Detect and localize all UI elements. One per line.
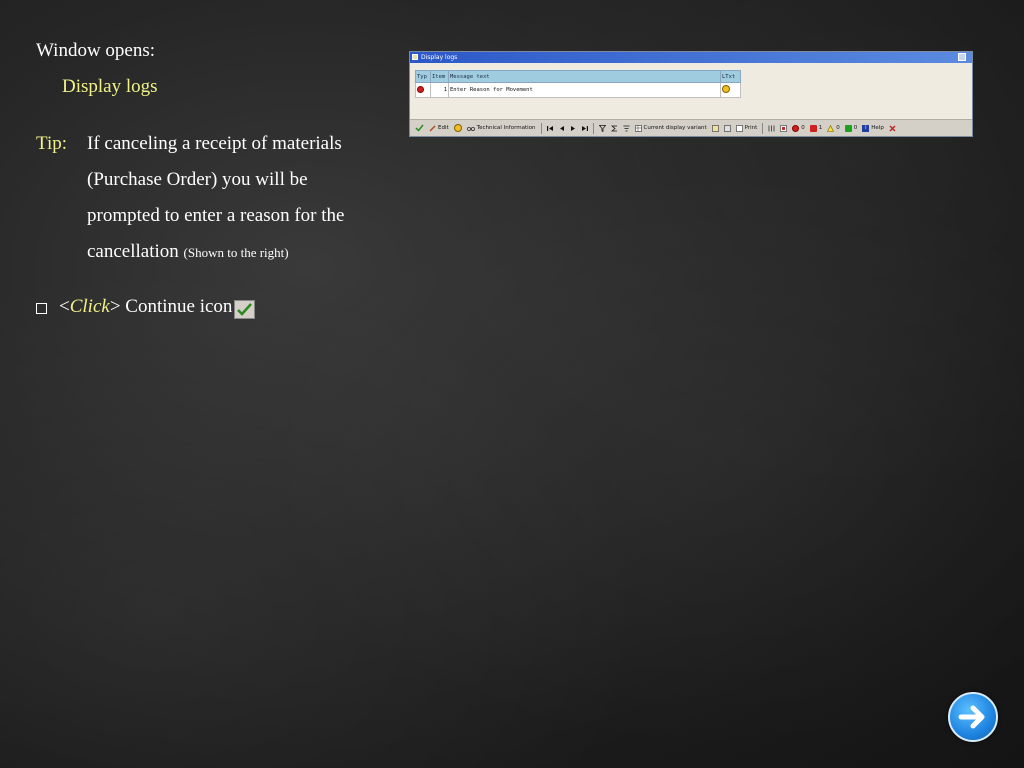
help-icon: i bbox=[862, 124, 870, 132]
col-header-ltxt[interactable]: LTxt bbox=[720, 70, 741, 83]
edit-button[interactable]: Edit bbox=[428, 123, 450, 134]
col-header-message[interactable]: Message text bbox=[448, 70, 721, 83]
display-logs-label: Display logs bbox=[62, 76, 158, 97]
filter-success-button[interactable]: 0 bbox=[844, 123, 859, 134]
col-header-typ[interactable]: Typ bbox=[415, 70, 431, 83]
window-close-button[interactable] bbox=[958, 53, 966, 61]
instruction-text: Continue icon bbox=[120, 296, 233, 317]
warning-count: 0 bbox=[836, 125, 840, 131]
error-icon bbox=[809, 124, 817, 132]
help-button[interactable]: i Help bbox=[861, 123, 885, 134]
filter-icon bbox=[598, 124, 606, 132]
previous-page-button[interactable] bbox=[558, 123, 566, 134]
help-label: Help bbox=[871, 125, 884, 131]
current-display-variant-label: Current display variant bbox=[643, 125, 707, 131]
success-icon bbox=[844, 124, 852, 132]
sap-toolbar: Edit Technical Information Current displ… bbox=[410, 119, 972, 136]
tip-note: (Shown to the right) bbox=[183, 245, 289, 260]
instruction-open-bracket: < bbox=[59, 296, 70, 317]
current-display-variant-button[interactable]: Current display variant bbox=[634, 123, 708, 134]
next-slide-button[interactable] bbox=[948, 692, 998, 742]
filter-button[interactable] bbox=[598, 123, 607, 134]
bullet-square-icon bbox=[36, 302, 47, 314]
filter-warning-button[interactable]: 0 bbox=[826, 123, 841, 134]
send-icon bbox=[780, 124, 788, 132]
warning-icon bbox=[827, 124, 835, 132]
sum-icon bbox=[610, 125, 617, 131]
mail-button[interactable] bbox=[779, 123, 788, 134]
filter-error-button[interactable]: 1 bbox=[809, 123, 824, 134]
print-button[interactable]: Print bbox=[735, 123, 759, 134]
right-arrow-icon bbox=[958, 705, 985, 729]
toolbar-separator bbox=[540, 122, 542, 134]
continue-checkmark-icon bbox=[234, 299, 256, 319]
table-row[interactable]: 1 Enter Reason for Movement bbox=[415, 82, 741, 98]
stop-icon bbox=[792, 124, 800, 132]
instruction-close-bracket: > bbox=[109, 296, 121, 317]
window-body: Typ Item Message text LTxt 1 Enter Reaso… bbox=[410, 63, 972, 136]
display-logs-window: Display logs Typ Item Message text LTxt … bbox=[409, 51, 973, 137]
instruction-bullet: < Click > Continue icon bbox=[36, 296, 256, 319]
success-count: 0 bbox=[853, 125, 858, 131]
choose-layout-button[interactable] bbox=[711, 123, 720, 134]
pencil-icon bbox=[429, 124, 436, 132]
sort-icon bbox=[623, 125, 629, 131]
save-layout-button[interactable] bbox=[723, 123, 732, 134]
last-page-icon bbox=[581, 125, 588, 131]
tip-line-2: (Purchase Order) you will be bbox=[87, 169, 308, 190]
edit-label: Edit bbox=[438, 125, 449, 131]
error-count: 1 bbox=[818, 125, 823, 131]
stop-count: 0 bbox=[801, 125, 805, 131]
export-button[interactable] bbox=[767, 123, 776, 134]
first-page-button[interactable] bbox=[546, 123, 555, 134]
technical-info-label: Technical Information bbox=[476, 125, 536, 131]
tip-label: Tip: bbox=[36, 133, 67, 154]
filter-stop-button[interactable]: 0 bbox=[791, 123, 806, 134]
row-ltxt-cell[interactable] bbox=[720, 82, 741, 98]
next-page-button[interactable] bbox=[569, 123, 577, 134]
stop-icon bbox=[417, 85, 424, 93]
window-title-bar: Display logs bbox=[410, 52, 972, 63]
tip-line-1: If canceling a receipt of materials bbox=[87, 133, 342, 154]
row-typ-cell bbox=[415, 82, 431, 98]
continue-button[interactable] bbox=[414, 123, 425, 134]
col-header-item[interactable]: Item bbox=[430, 70, 449, 83]
toolbar-separator bbox=[762, 122, 764, 134]
window-icon bbox=[412, 54, 418, 60]
save-layout-icon bbox=[723, 124, 731, 132]
print-icon bbox=[735, 124, 743, 132]
cancel-button[interactable] bbox=[888, 123, 897, 134]
continue-check-icon bbox=[415, 124, 424, 132]
export-icon bbox=[768, 125, 775, 131]
next-page-icon bbox=[570, 125, 575, 131]
tip-line-4-text: cancellation bbox=[87, 241, 179, 262]
row-item-cell: 1 bbox=[430, 82, 449, 98]
toolbar-separator bbox=[592, 122, 594, 134]
layout-icon bbox=[634, 124, 642, 132]
total-button[interactable] bbox=[610, 123, 619, 134]
longtext-toolbar-icon bbox=[453, 124, 462, 132]
window-opens-label: Window opens: bbox=[36, 40, 156, 61]
technical-info-button[interactable]: Technical Information bbox=[466, 123, 537, 134]
tip-line-3: prompted to enter a reason for the bbox=[87, 205, 345, 226]
choose-layout-icon bbox=[711, 124, 719, 132]
tip-line-4: cancellation (Shown to the right) bbox=[87, 241, 289, 263]
window-title: Display logs bbox=[421, 54, 458, 61]
print-label: Print bbox=[744, 125, 758, 131]
glasses-icon bbox=[466, 126, 475, 131]
longtext-button[interactable] bbox=[453, 123, 463, 134]
row-message-cell: Enter Reason for Movement bbox=[448, 82, 721, 98]
instruction-click-word: Click bbox=[69, 296, 110, 317]
cancel-x-icon bbox=[889, 125, 896, 131]
longtext-icon[interactable] bbox=[722, 85, 730, 93]
first-page-icon bbox=[546, 125, 553, 131]
last-page-button[interactable] bbox=[580, 123, 589, 134]
log-table-header: Typ Item Message text LTxt bbox=[415, 70, 741, 83]
log-table: Typ Item Message text LTxt 1 Enter Reaso… bbox=[415, 70, 741, 98]
sort-button[interactable] bbox=[622, 123, 631, 134]
previous-page-icon bbox=[559, 125, 564, 131]
